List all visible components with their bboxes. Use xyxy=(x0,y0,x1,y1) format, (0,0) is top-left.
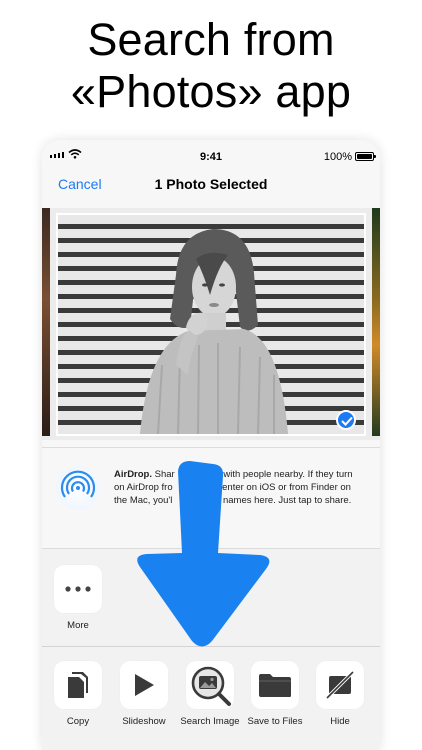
battery-icon xyxy=(355,152,376,161)
previous-photo-thumbnail[interactable] xyxy=(42,208,50,436)
status-bar: 9:41 100% xyxy=(42,140,380,170)
headline-line-1: Search from xyxy=(87,14,335,65)
save-to-files-button[interactable]: Save to Files xyxy=(245,661,305,727)
search-image-label: Search Image xyxy=(180,716,240,727)
airdrop-body-1: Shar xyxy=(152,469,175,480)
more-icon xyxy=(65,586,91,592)
share-actions-row: More xyxy=(42,548,380,646)
search-image-icon xyxy=(191,666,231,706)
headline: Search from «Photos» app xyxy=(0,14,422,118)
copy-label: Copy xyxy=(66,716,90,727)
battery-percent: 100% xyxy=(323,151,352,163)
more-label: More xyxy=(67,620,89,631)
hide-button[interactable]: Hide xyxy=(310,661,370,727)
selected-photo[interactable] xyxy=(56,213,366,436)
photo-carousel[interactable] xyxy=(42,208,380,440)
airdrop-title: AirDrop. xyxy=(114,469,152,480)
airdrop-icon xyxy=(56,466,100,510)
more-button[interactable]: More xyxy=(48,565,108,631)
next-photo-thumbnail[interactable] xyxy=(372,208,380,436)
play-icon xyxy=(135,674,154,696)
headline-line-2: «Photos» app xyxy=(70,66,352,117)
folder-icon xyxy=(259,674,291,697)
nav-bar: Cancel 1 Photo Selected xyxy=(42,170,380,206)
phone-share-sheet: 9:41 100% Cancel 1 Photo Selected AirDro… xyxy=(42,140,380,750)
cancel-button[interactable]: Cancel xyxy=(58,176,102,192)
save-to-files-label: Save to Files xyxy=(247,716,303,727)
airdrop-section: AirDrop. Shar with people nearby. If the… xyxy=(42,447,380,547)
airdrop-description: AirDrop. Shar with people nearby. If the… xyxy=(114,468,364,507)
search-image-button[interactable]: Search Image xyxy=(180,661,240,727)
portrait-photo-image xyxy=(140,229,288,434)
hide-icon xyxy=(325,670,355,700)
selected-check-icon[interactable] xyxy=(336,410,356,430)
slideshow-label: Slideshow xyxy=(122,716,166,727)
airdrop-body-4: names here. Just tap to share. xyxy=(222,495,352,506)
copy-button[interactable]: Copy xyxy=(48,661,108,727)
copy-icon xyxy=(68,672,88,698)
slideshow-button[interactable]: Slideshow xyxy=(114,661,174,727)
hide-label: Hide xyxy=(330,716,350,727)
activity-actions-row: Copy Slideshow Search Image Save to File… xyxy=(42,646,380,750)
